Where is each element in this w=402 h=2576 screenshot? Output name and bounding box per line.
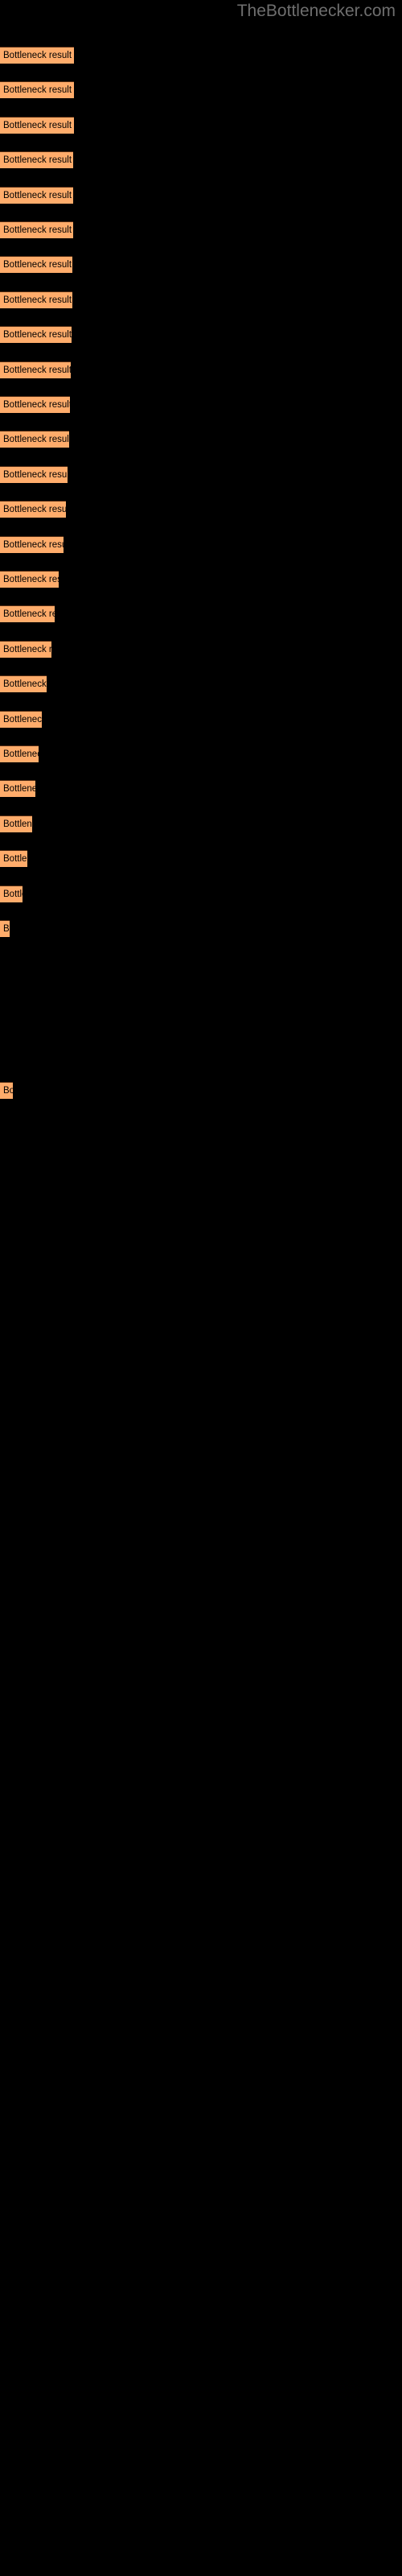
bar[interactable]: Bottleneck result [0, 256, 72, 273]
bar-label: Bottleneck result [3, 890, 23, 899]
bottleneck-chart-root: TheBottlenecker.com Bottleneck result Bot… [0, 0, 402, 2576]
bar[interactable]: Bottleneck result [0, 571, 59, 588]
bar[interactable]: Bottleneck result [0, 711, 42, 728]
bar-label: Bottleneck result [3, 749, 39, 759]
bar-label: Bottleneck result [3, 400, 70, 410]
bar[interactable]: Bottleneck result [0, 501, 66, 518]
bar-label: Bottleneck result [3, 225, 72, 235]
bar[interactable]: Bottleneck result [0, 466, 68, 483]
bar-label: Bottleneck result [3, 784, 35, 794]
bar[interactable]: Bottleneck result [0, 815, 32, 832]
bar[interactable]: Bottleneck result [0, 117, 74, 134]
bar-label: Bottleneck result [3, 819, 32, 829]
bar[interactable]: Bottleneck result [0, 47, 74, 64]
bar-label: Bottleneck result [3, 854, 27, 864]
bar[interactable]: Bottleneck result [0, 605, 55, 622]
bar-label: Bottleneck result [3, 295, 72, 305]
bar[interactable]: Bottleneck result [0, 361, 71, 378]
bar-label: Bottleneck result [3, 260, 72, 270]
bar-label: Bottleneck result [3, 645, 51, 654]
bar[interactable]: Bottleneck result [0, 1082, 13, 1099]
bar[interactable]: Bottleneck result [0, 641, 51, 658]
bar[interactable]: Bottleneck result [0, 291, 72, 308]
bar-label: Bottleneck result [3, 191, 72, 200]
bar-label: Bottleneck result [3, 155, 72, 165]
bar-label: Bottleneck result [3, 85, 72, 95]
bar-label: Bottleneck result [3, 609, 55, 619]
bar-label: Bottleneck result [3, 540, 64, 550]
bar-label: Bottleneck result [3, 505, 66, 514]
bar[interactable]: Bottleneck result [0, 326, 72, 343]
bar[interactable]: Bottleneck result [0, 745, 39, 762]
bar[interactable]: Bottleneck result [0, 187, 73, 204]
bar[interactable]: Bottleneck result [0, 886, 23, 902]
bar-label: Bottleneck result [3, 330, 72, 340]
bar-label: Bottleneck result [3, 1086, 13, 1096]
bar[interactable]: Bottleneck result [0, 850, 27, 867]
bar-label: Bottleneck result [3, 679, 47, 689]
bar[interactable]: Bottleneck result [0, 221, 73, 238]
bar[interactable]: Bottleneck result [0, 675, 47, 692]
bar-label: Bottleneck result [3, 924, 10, 934]
bar[interactable]: Bottleneck result [0, 920, 10, 937]
bar-label: Bottleneck result [3, 435, 69, 444]
bar-label: Bottleneck result [3, 51, 72, 60]
bar-label: Bottleneck result [3, 715, 42, 724]
bar[interactable]: Bottleneck result [0, 396, 70, 413]
bar[interactable]: Bottleneck result [0, 151, 73, 168]
bar[interactable]: Bottleneck result [0, 431, 69, 448]
bar[interactable]: Bottleneck result [0, 536, 64, 553]
chart-plot-area: Bottleneck result Bottleneck result Bottle… [0, 0, 402, 2576]
bar-label: Bottleneck result [3, 575, 59, 584]
bar-label: Bottleneck result [3, 121, 72, 130]
bar[interactable]: Bottleneck result [0, 780, 35, 797]
bar[interactable]: Bottleneck result [0, 81, 74, 98]
bar-label: Bottleneck result [3, 365, 71, 375]
bar-label: Bottleneck result [3, 470, 68, 480]
